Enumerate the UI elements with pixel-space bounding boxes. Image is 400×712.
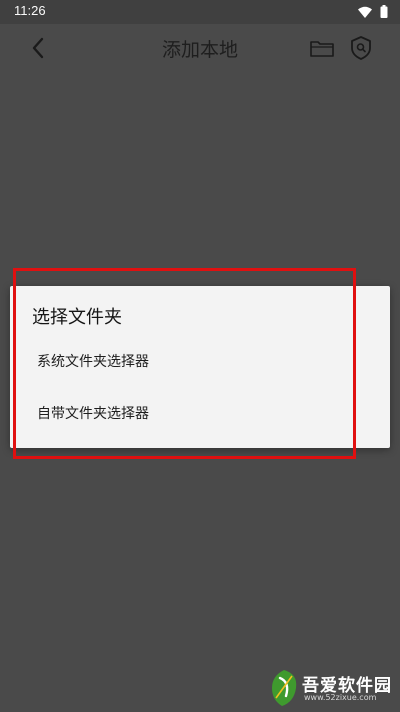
wifi-icon — [358, 3, 372, 22]
option-label: 自带文件夹选择器 — [37, 406, 149, 422]
shield-search-button[interactable] — [348, 34, 374, 62]
shield-search-icon — [351, 36, 371, 60]
folder-chooser-dialog: 选择文件夹 系统文件夹选择器 自带文件夹选择器 — [10, 286, 390, 448]
watermark-url: www.52zixue.com — [304, 693, 377, 702]
system-folder-picker-option[interactable]: 系统文件夹选择器 — [10, 336, 390, 384]
status-icons — [358, 3, 388, 22]
folder-button[interactable] — [308, 36, 336, 60]
watermark: 吾爱软件园 www.52zixue.com — [268, 668, 394, 708]
toolbar: 添加本地 — [0, 24, 400, 72]
battery-icon — [380, 3, 388, 22]
status-time: 11:26 — [14, 3, 46, 18]
page-title: 添加本地 — [161, 39, 238, 61]
option-label: 系统文件夹选择器 — [37, 354, 149, 370]
status-bar: 11:26 — [0, 0, 400, 24]
folder-icon — [310, 41, 334, 57]
watermark-logo-icon — [272, 670, 297, 706]
builtin-folder-picker-option[interactable]: 自带文件夹选择器 — [10, 388, 390, 436]
dialog-title: 选择文件夹 — [32, 307, 122, 328]
